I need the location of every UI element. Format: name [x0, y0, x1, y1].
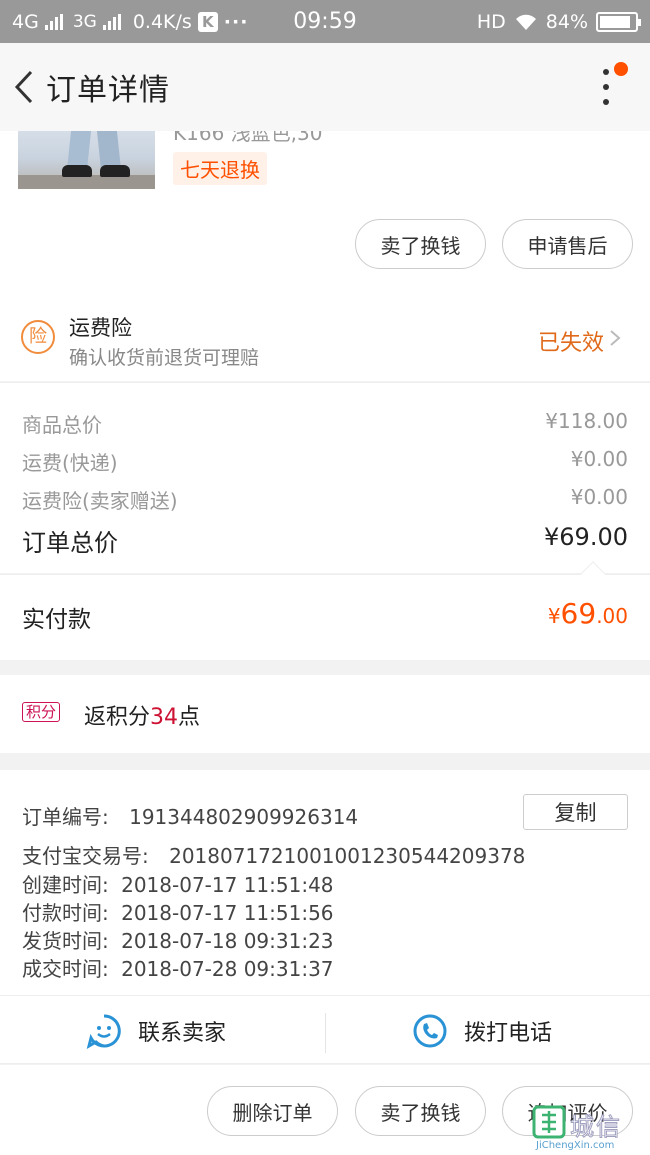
insurance-icon: 险: [21, 320, 55, 354]
signal-icon-2: [102, 13, 121, 30]
points-row: 积分 返积分34点: [0, 675, 650, 753]
time-value: 2018-07-17 11:51:56: [121, 901, 334, 925]
notification-dot: [614, 62, 628, 76]
app-notification-icon: K: [197, 11, 218, 32]
time-value: 2018-07-28 09:31:37: [121, 957, 334, 981]
divider: [325, 1013, 326, 1053]
time-row: 创建时间: 2018-07-17 11:51:48: [22, 869, 334, 898]
chevron-right-icon: [610, 330, 621, 346]
paid-amount: ¥69.00: [548, 597, 628, 630]
price-label: 运费(快递): [22, 451, 118, 475]
alipay-number: 2018071721001001230544209378: [169, 844, 526, 868]
paid-label: 实付款: [22, 607, 91, 633]
call-phone-button[interactable]: 拨打电话: [412, 996, 552, 1065]
time-value: 2018-07-17 11:51:48: [121, 873, 334, 897]
after-sale-button[interactable]: 申请售后: [502, 219, 633, 269]
time-value: 2018-07-18 09:31:23: [121, 929, 334, 953]
contact-seller-label: 联系卖家: [138, 1020, 227, 1046]
watermark: 城信 JiChengXin.com: [532, 1105, 650, 1151]
time-label: 付款时间:: [22, 901, 109, 925]
order-number: 191344802909926314: [129, 805, 359, 829]
delete-order-button[interactable]: 删除订单: [207, 1086, 338, 1136]
contact-seller-button[interactable]: 联系卖家: [86, 996, 226, 1065]
call-phone-label: 拨打电话: [464, 1020, 553, 1046]
insurance-status: 已失效: [537, 331, 604, 356]
price-row: 运费(快递) ¥0.00: [22, 447, 628, 476]
price-value: ¥0.00: [570, 447, 628, 471]
points-suffix: 点: [178, 705, 201, 730]
more-notifications-icon: ···: [223, 10, 249, 33]
time-row: 付款时间: 2018-07-17 11:51:56: [22, 897, 334, 926]
phone-icon: [413, 1014, 447, 1047]
price-summary: 商品总价 ¥118.00 运费(快递) ¥0.00 运费险(卖家赠送) ¥0.0…: [0, 382, 650, 573]
signal-icon: [44, 13, 63, 30]
time-row: 发货时间: 2018-07-18 09:31:23: [22, 925, 334, 954]
insurance-subtitle: 确认收货前退货可理赔: [69, 347, 260, 369]
points-value: 34: [150, 705, 179, 730]
status-bar: 4G 3G 0.4K/s K ··· 09:59 HD 84%: [0, 0, 650, 43]
price-row: 运费险(卖家赠送) ¥0.00: [22, 485, 628, 514]
page-title: 订单详情: [46, 73, 170, 108]
time-row: 成交时间: 2018-07-28 09:31:37: [22, 953, 334, 982]
watermark-cn: 城信: [570, 1113, 622, 1142]
time-label: 创建时间:: [22, 873, 109, 897]
insurance-title: 运费险: [69, 316, 132, 340]
sell-button[interactable]: 卖了换钱: [355, 219, 486, 269]
alipay-number-row: 支付宝交易号: 2018071721001001230544209378: [22, 840, 525, 869]
return-policy-tag: 七天退换: [173, 152, 267, 185]
nav-bar: 订单详情: [0, 43, 650, 131]
points-text: 返积分34点: [84, 699, 200, 731]
back-button[interactable]: [2, 43, 46, 131]
copy-button[interactable]: 复制: [523, 794, 628, 830]
price-label: 商品总价: [22, 413, 102, 437]
order-total-value: ¥69.00: [544, 523, 628, 551]
price-value: ¥0.00: [570, 485, 628, 509]
watermark-en: JiChengXin.com: [536, 1140, 615, 1151]
network-type-3g: 3G: [72, 11, 97, 32]
order-total-row: 订单总价 ¥69.00: [22, 523, 628, 558]
paid-amount-row: 实付款 ¥69.00: [0, 561, 650, 660]
chat-face-icon: [86, 1013, 121, 1049]
time-label: 发货时间:: [22, 929, 109, 953]
paid-decimal: .00: [596, 604, 628, 628]
product-image[interactable]: [18, 131, 155, 189]
back-arrow-icon: [14, 70, 33, 104]
product-card: K166 浅蓝色,30 七天退换 卖了换钱 申请售后: [0, 131, 650, 290]
order-number-label: 订单编号:: [22, 805, 109, 829]
hd-indicator: HD: [476, 10, 506, 33]
points-badge: 积分: [22, 702, 61, 722]
sell-button[interactable]: 卖了换钱: [355, 1086, 486, 1136]
product-sku: K166 浅蓝色,30: [173, 131, 323, 145]
price-value: ¥118.00: [545, 409, 628, 433]
time-label: 成交时间:: [22, 957, 109, 981]
order-number-row: 订单编号: 191344802909926314: [22, 801, 358, 830]
watermark-logo-icon: [532, 1105, 566, 1139]
alipay-number-label: 支付宝交易号:: [22, 844, 149, 868]
wifi-icon: [515, 14, 536, 30]
paid-currency: ¥: [547, 604, 561, 628]
shipping-insurance-row[interactable]: 险 运费险 确认收货前退货可理赔 已失效: [0, 290, 650, 381]
paid-integer: 69: [560, 597, 597, 630]
network-speed: 0.4K/s: [132, 10, 192, 33]
battery-percent: 84%: [545, 10, 588, 33]
order-total-label: 订单总价: [22, 529, 118, 557]
network-type-4g: 4G: [12, 10, 39, 33]
price-label: 运费险(卖家赠送): [22, 489, 178, 513]
order-info: 订单编号: 191344802909926314 复制 支付宝交易号: 2018…: [0, 770, 650, 995]
battery-icon: [596, 11, 641, 32]
contact-bar: 联系卖家 拨打电话: [0, 995, 650, 1064]
points-prefix: 返积分: [84, 705, 151, 730]
more-menu-button[interactable]: [592, 62, 628, 109]
price-row: 商品总价 ¥118.00: [22, 409, 628, 438]
